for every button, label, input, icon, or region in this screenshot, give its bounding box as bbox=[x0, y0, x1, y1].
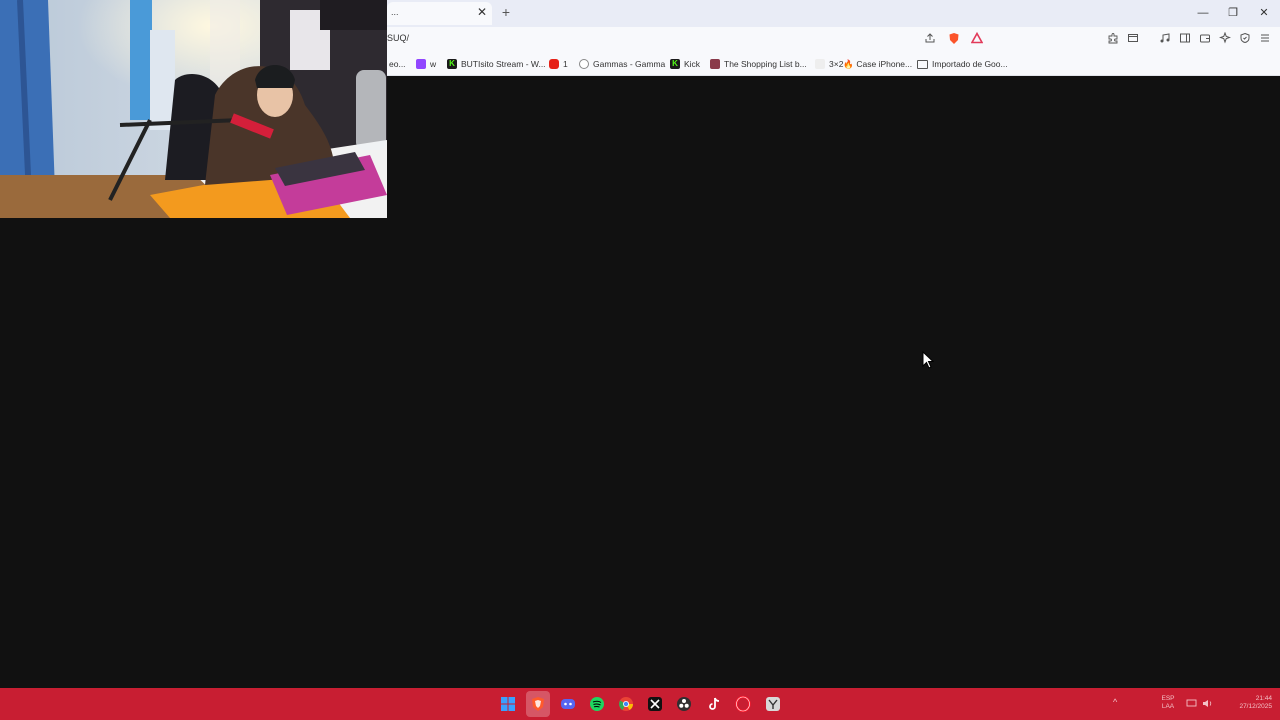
brave-shields-icon[interactable] bbox=[947, 32, 961, 46]
kick-favicon-icon: K bbox=[670, 59, 680, 69]
bookmark-label: w bbox=[430, 59, 437, 69]
language-indicator[interactable]: ESP LAA bbox=[1156, 695, 1180, 711]
generic-favicon-icon bbox=[815, 59, 825, 69]
brave-icon[interactable] bbox=[530, 696, 546, 712]
chrome-icon[interactable] bbox=[618, 696, 634, 712]
bookmark-label: BUTIsito Stream - W... bbox=[461, 59, 546, 69]
clock-date: 27/12/2025 bbox=[1239, 703, 1272, 710]
opera-icon[interactable] bbox=[735, 695, 751, 713]
tab-close-icon[interactable]: ✕ bbox=[475, 5, 489, 19]
bookmark-label: The Shopping List b... bbox=[724, 59, 807, 69]
bookmark-label: 1 bbox=[563, 59, 568, 69]
bookmark-item[interactable]: K BUTIsito Stream - W... bbox=[447, 57, 546, 71]
tab-title: ... bbox=[391, 7, 399, 17]
network-icon[interactable] bbox=[1186, 699, 1197, 711]
spotify-icon[interactable] bbox=[589, 696, 605, 712]
restore-button[interactable]: ❐ bbox=[1223, 4, 1243, 22]
g-favicon-icon bbox=[579, 59, 589, 69]
twitch-favicon-icon bbox=[416, 59, 426, 69]
bookmark-label: 3×2🔥 Case iPhone... bbox=[829, 58, 913, 69]
bookmark-label: Importado de Goo... bbox=[932, 59, 1008, 69]
bookmark-item[interactable]: 3×2🔥 Case iPhone... bbox=[815, 57, 912, 71]
tray-overflow-icon[interactable]: ^ bbox=[1113, 698, 1117, 707]
language-top: ESP bbox=[1161, 695, 1175, 702]
vpn-shield-icon[interactable] bbox=[1238, 32, 1252, 46]
wallet-icon[interactable] bbox=[1198, 32, 1212, 46]
folder-icon bbox=[917, 59, 928, 69]
brave-rewards-icon[interactable] bbox=[970, 31, 984, 46]
desktop: ... ✕ + — ❐ ✕ SUQ/ eo... w K BUTIsito St… bbox=[0, 0, 1280, 720]
bookmark-label: Gammas - Gamma bbox=[593, 59, 666, 69]
leo-ai-icon[interactable] bbox=[1218, 31, 1232, 46]
bookmark-label: eo... bbox=[389, 59, 406, 69]
taskbar: ^ ESP LAA 21:44 27/12/2025 bbox=[0, 688, 1280, 720]
bookmark-item[interactable]: eo... bbox=[389, 57, 406, 71]
bookmark-item[interactable]: The Shopping List b... bbox=[710, 57, 807, 71]
kick-favicon-icon: K bbox=[447, 59, 457, 69]
bookmark-label: Kick bbox=[684, 59, 701, 69]
page-content[interactable] bbox=[387, 77, 1280, 688]
menu-icon[interactable] bbox=[1258, 32, 1272, 46]
extensions-icon[interactable] bbox=[1106, 32, 1120, 46]
bookmark-folder[interactable]: Importado de Goo... bbox=[917, 57, 1008, 71]
windows-start-icon[interactable] bbox=[500, 696, 516, 712]
bookmark-item[interactable]: 1 bbox=[549, 57, 568, 71]
close-window-button[interactable]: ✕ bbox=[1254, 4, 1274, 22]
youtube-favicon-icon bbox=[549, 59, 559, 69]
shopping-favicon-icon bbox=[710, 59, 720, 69]
url-field[interactable]: SUQ/ bbox=[387, 33, 409, 43]
clock[interactable]: 21:44 27/12/2025 bbox=[1222, 695, 1272, 711]
mouse-cursor-icon bbox=[922, 351, 934, 369]
discord-icon[interactable] bbox=[560, 696, 576, 712]
bookmark-item[interactable]: K Kick bbox=[670, 57, 700, 71]
active-tab[interactable]: ... ✕ bbox=[387, 2, 492, 25]
sidebar-icon[interactable] bbox=[1178, 32, 1192, 46]
language-bottom: LAA bbox=[1161, 703, 1175, 710]
tab-manager-icon[interactable] bbox=[1126, 32, 1140, 46]
media-icon[interactable] bbox=[1158, 32, 1172, 46]
capcut-icon[interactable] bbox=[647, 696, 663, 712]
obs-icon[interactable] bbox=[676, 696, 692, 712]
volume-icon[interactable] bbox=[1202, 699, 1213, 711]
bookmark-item[interactable]: Gammas - Gamma bbox=[579, 57, 665, 71]
app-icon[interactable] bbox=[765, 696, 781, 712]
minimize-button[interactable]: — bbox=[1193, 4, 1213, 22]
new-tab-button[interactable]: + bbox=[498, 4, 514, 20]
tiktok-icon[interactable] bbox=[706, 696, 722, 712]
webcam-overlay bbox=[0, 0, 387, 218]
clock-time: 21:44 bbox=[1255, 695, 1272, 702]
share-icon[interactable] bbox=[923, 32, 937, 46]
bookmark-item[interactable]: w bbox=[416, 57, 436, 71]
